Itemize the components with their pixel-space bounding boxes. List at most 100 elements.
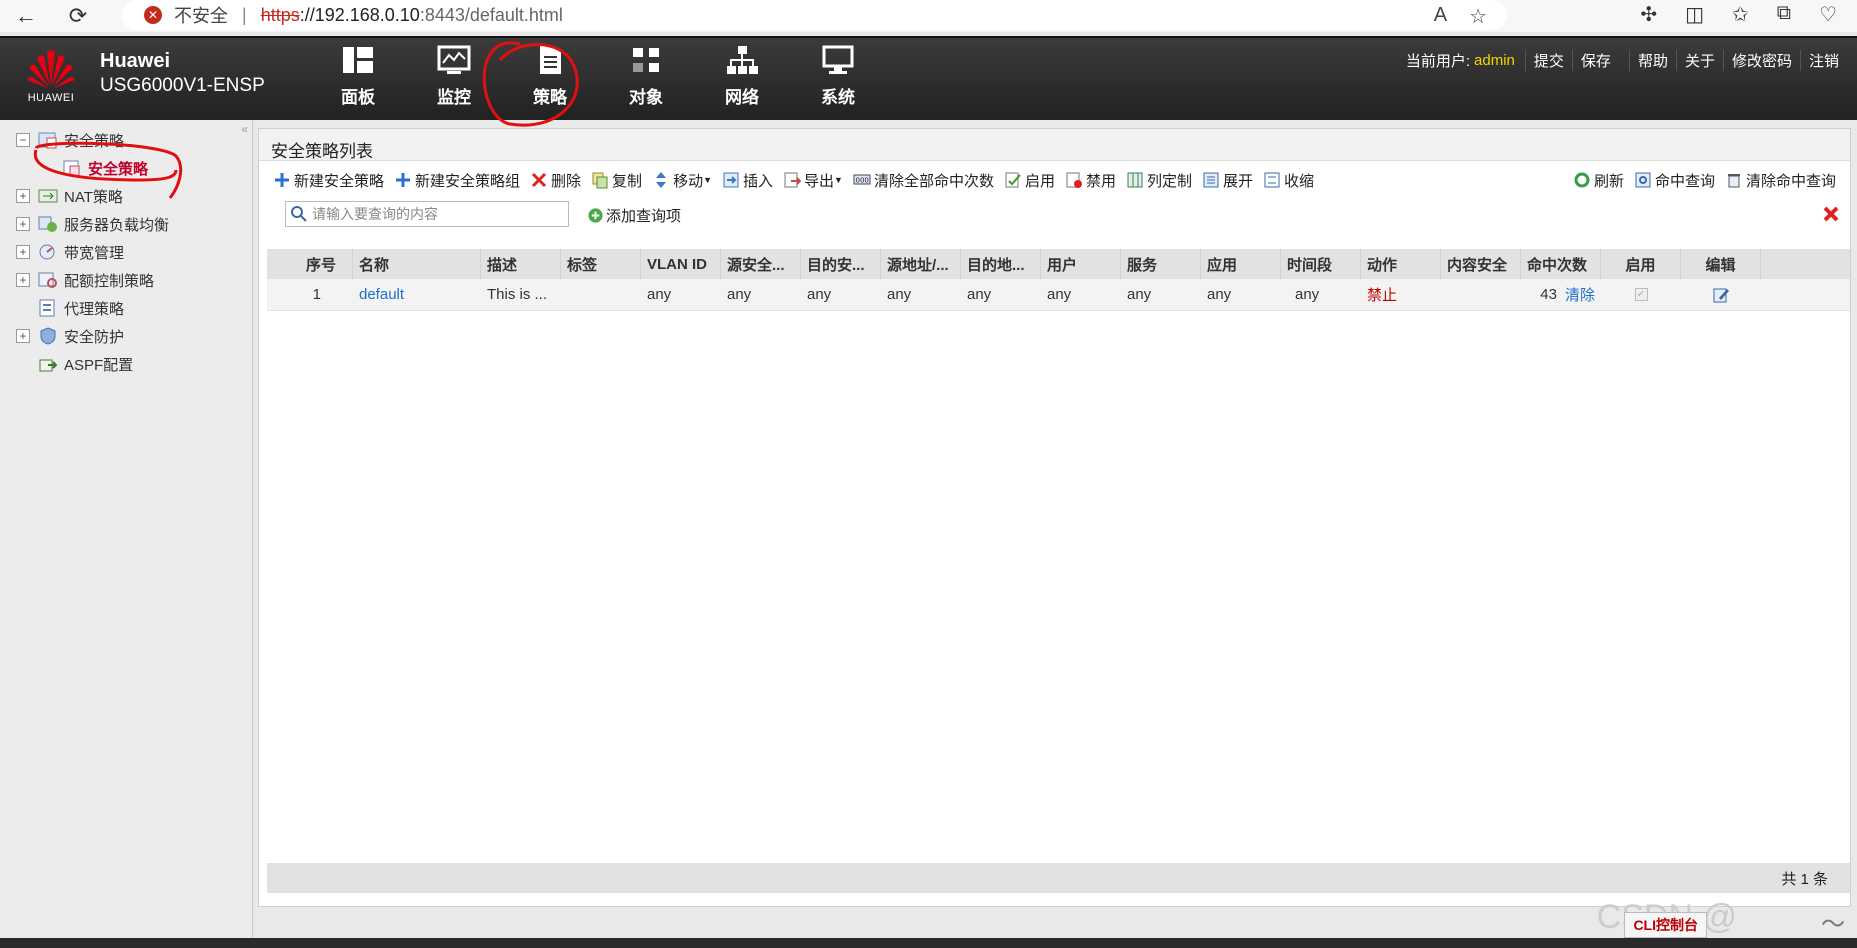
- dashboard-icon: [343, 47, 373, 73]
- collapse-button[interactable]: 收缩: [1263, 170, 1314, 191]
- col-source-address[interactable]: 源地址/...: [881, 249, 961, 279]
- expand-button[interactable]: 展开: [1202, 170, 1253, 191]
- sidebar-item-quota-control[interactable]: + 配额控制策略: [0, 266, 252, 294]
- add-query-button[interactable]: 添加查询项: [587, 205, 681, 226]
- clear-all-hits-button[interactable]: 000 清除全部命中次数: [853, 170, 994, 191]
- back-icon[interactable]: ←: [10, 2, 42, 30]
- export-dropdown[interactable]: 导出 ▼: [783, 170, 843, 191]
- col-content-security[interactable]: 内容安全: [1441, 249, 1521, 279]
- nav-object[interactable]: 对象: [598, 44, 694, 114]
- cell-name-link[interactable]: default: [353, 279, 481, 310]
- chevron-down-icon: ▼: [703, 175, 712, 185]
- cell-dest-zone: any: [807, 286, 832, 303]
- col-service[interactable]: 服务: [1121, 249, 1201, 279]
- col-dest-address[interactable]: 目的地...: [961, 249, 1041, 279]
- shield-icon: [40, 327, 56, 345]
- address-bar[interactable]: ✕ 不安全 | https://192.168.0.10:8443/defaul…: [122, 0, 1507, 30]
- col-tag[interactable]: 标签: [561, 249, 641, 279]
- reload-icon[interactable]: ⟳: [62, 2, 94, 30]
- hit-query-button[interactable]: 命中查询: [1634, 170, 1715, 191]
- columns-icon: [1127, 172, 1143, 188]
- enable-button[interactable]: 启用: [1004, 170, 1055, 191]
- clear-hits-link[interactable]: 清除: [1565, 284, 1595, 305]
- url-scheme: https: [260, 4, 300, 25]
- nav-dashboard[interactable]: 面板: [310, 44, 406, 114]
- col-action[interactable]: 动作: [1361, 249, 1441, 279]
- clear-all-hits-label: 清除全部命中次数: [873, 172, 994, 190]
- col-enabled[interactable]: 启用: [1601, 249, 1681, 279]
- close-search-icon[interactable]: [1822, 205, 1840, 223]
- new-policy-button[interactable]: 新建安全策略: [273, 170, 384, 191]
- cell-edit: [1681, 279, 1761, 310]
- extensions-icon[interactable]: ✣: [1640, 2, 1657, 27]
- enabled-checkbox[interactable]: ✓: [1634, 288, 1648, 301]
- expand-toggle-icon[interactable]: +: [16, 273, 30, 287]
- nav-network[interactable]: 网络: [694, 44, 790, 114]
- delete-button[interactable]: 删除: [530, 170, 581, 191]
- collapse-sidebar-icon[interactable]: «: [241, 122, 248, 136]
- panel-title: 安全策略列表: [259, 129, 1850, 161]
- col-description[interactable]: 描述: [481, 249, 561, 279]
- sidebar-item-bandwidth[interactable]: + 带宽管理: [0, 238, 252, 266]
- refresh-button[interactable]: 刷新: [1573, 170, 1624, 191]
- column-customize-button[interactable]: 列定制: [1126, 170, 1192, 191]
- sidebar-item-label: 安全防护: [64, 328, 125, 346]
- aspf-icon: [39, 359, 58, 372]
- collapse-toggle-icon[interactable]: −: [16, 133, 30, 147]
- sidebar-item-security-protection[interactable]: + 安全防护: [0, 322, 252, 350]
- col-edit[interactable]: 编辑: [1681, 249, 1761, 279]
- col-dest-zone[interactable]: 目的安...: [801, 249, 881, 279]
- sidebar-item-server-load-balancing[interactable]: + 服务器负载均衡: [0, 210, 252, 238]
- sidebar-item-proxy-policy[interactable]: 代理策略: [0, 294, 252, 322]
- col-source-zone[interactable]: 源安全...: [721, 249, 801, 279]
- change-password-link[interactable]: 修改密码: [1722, 50, 1800, 71]
- cli-console-button[interactable]: CLI控制台: [1624, 912, 1707, 938]
- add-circle-icon: [588, 208, 603, 223]
- logout-link[interactable]: 注销: [1799, 50, 1847, 71]
- col-hit-count[interactable]: 命中次数: [1521, 249, 1601, 279]
- expand-toggle-icon[interactable]: +: [16, 217, 30, 231]
- col-name[interactable]: 名称: [353, 249, 481, 279]
- commit-link[interactable]: 提交: [1524, 50, 1572, 71]
- sidebar-item-label: 安全策略: [88, 160, 149, 178]
- col-application[interactable]: 应用: [1201, 249, 1281, 279]
- sidebar-item-security-policy-group[interactable]: − 安全策略: [0, 126, 252, 154]
- sidebar-item-security-policy[interactable]: 安全策略: [0, 154, 252, 182]
- save-link[interactable]: 保存: [1571, 50, 1619, 71]
- search-input[interactable]: 请输入要查询的内容: [285, 201, 569, 227]
- nav-system[interactable]: 系统: [790, 44, 886, 114]
- disable-button[interactable]: 禁用: [1065, 170, 1116, 191]
- url-host: ://192.168.0.10: [299, 4, 420, 25]
- about-link[interactable]: 关于: [1675, 50, 1723, 71]
- new-policy-group-button[interactable]: 新建安全策略组: [394, 170, 520, 191]
- clear-hit-query-button[interactable]: 清除命中查询: [1725, 170, 1836, 191]
- sidebar-item-nat-policy[interactable]: + NAT策略: [0, 182, 252, 210]
- expand-toggle-icon[interactable]: +: [16, 329, 30, 343]
- sidebar-item-label: NAT策略: [64, 188, 123, 206]
- browser-essentials-icon[interactable]: ♡: [1819, 2, 1837, 27]
- expand-toggle-icon[interactable]: +: [16, 189, 30, 203]
- col-time-range[interactable]: 时间段: [1281, 249, 1361, 279]
- favorites-icon[interactable]: ✩: [1732, 2, 1749, 27]
- expand-toggle-icon[interactable]: +: [16, 245, 30, 259]
- split-screen-icon[interactable]: ◫: [1685, 2, 1704, 27]
- nav-policy[interactable]: 策略: [502, 44, 598, 114]
- policy-tree: − 安全策略 安全策略 + NAT策略 + 服务器负载均衡 + 带宽管理 + 配…: [0, 120, 252, 378]
- favorite-star-icon[interactable]: ☆: [1469, 4, 1487, 29]
- edit-icon[interactable]: [1712, 286, 1730, 304]
- insert-button[interactable]: 插入: [722, 170, 773, 191]
- table-row[interactable]: 1 default This is ... any any any any an…: [267, 279, 1850, 311]
- nav-monitor[interactable]: 监控: [406, 44, 502, 114]
- move-dropdown[interactable]: 移动 ▼: [652, 170, 712, 191]
- col-vlan-id[interactable]: VLAN ID: [641, 249, 721, 279]
- col-index[interactable]: 序号: [267, 249, 353, 279]
- copy-button[interactable]: 复制: [591, 170, 642, 191]
- collections-icon[interactable]: ⧉: [1777, 2, 1791, 27]
- help-link[interactable]: 帮助: [1628, 50, 1676, 71]
- nav-dashboard-label: 面板: [341, 88, 375, 107]
- col-user[interactable]: 用户: [1041, 249, 1121, 279]
- sidebar-item-aspf[interactable]: ASPF配置: [0, 350, 252, 378]
- read-aloud-icon[interactable]: A: [1434, 4, 1447, 29]
- hit-query-icon: [1635, 172, 1651, 188]
